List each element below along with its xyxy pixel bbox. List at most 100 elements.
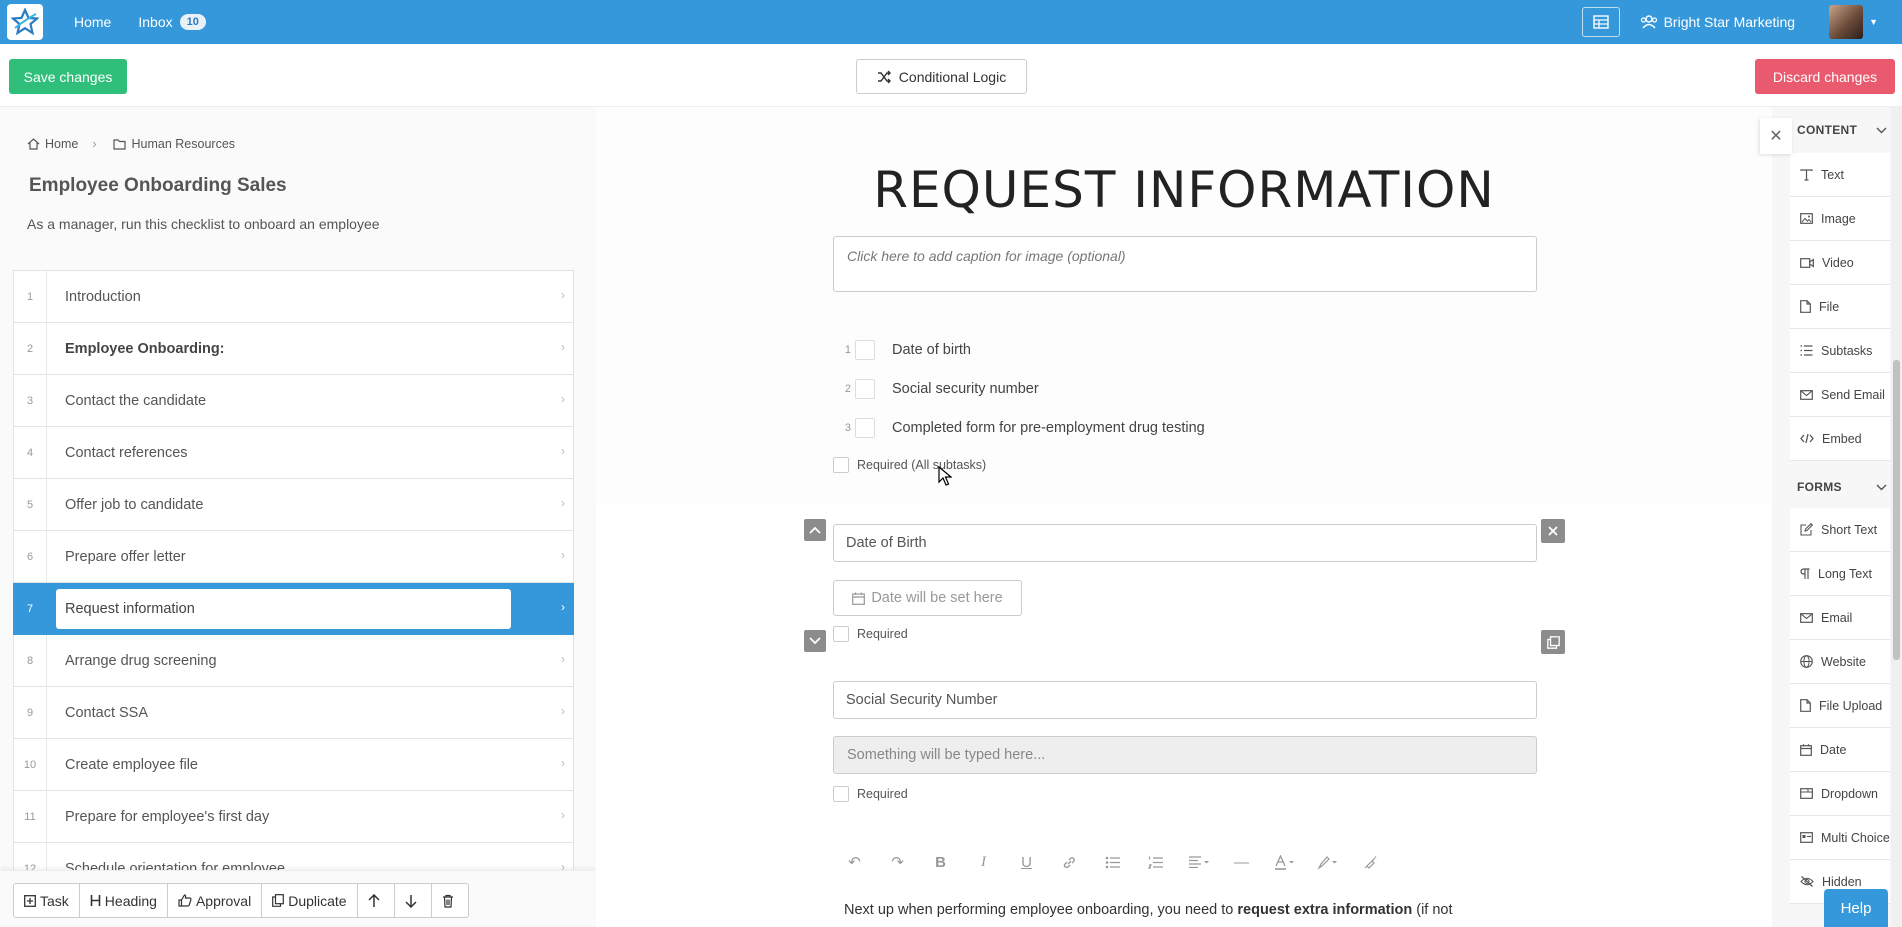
horizontal-rule-icon[interactable]: — [1220, 854, 1263, 871]
move-up-button[interactable] [358, 884, 395, 917]
subtask-checkbox[interactable] [855, 340, 875, 360]
nav-inbox[interactable]: Inbox 10 [138, 14, 206, 30]
delete-task-button[interactable] [432, 884, 468, 917]
move-down-widget-button[interactable] [804, 630, 826, 652]
user-avatar[interactable] [1829, 5, 1864, 39]
add-heading-button[interactable]: Heading [80, 884, 168, 917]
widget-image[interactable]: Image [1790, 197, 1890, 241]
image-caption-input[interactable]: Click here to add caption for image (opt… [833, 236, 1537, 292]
widget-file[interactable]: File [1790, 285, 1890, 329]
discard-changes-button[interactable]: Discard changes [1755, 59, 1895, 94]
ssn-field-label-input[interactable]: Social Security Number [833, 681, 1537, 719]
organization-switcher[interactable]: Bright Star Marketing [1640, 14, 1795, 30]
task-name-input[interactable]: Request information [56, 588, 511, 629]
conditional-logic-button[interactable]: Conditional Logic [856, 59, 1027, 94]
task-row[interactable]: 5 Offer job to candidate › [13, 479, 574, 531]
widget-subtasks[interactable]: Subtasks [1790, 329, 1890, 373]
text-icon [1800, 168, 1813, 181]
highlight-icon[interactable] [1306, 855, 1349, 870]
task-row[interactable]: 11 Prepare for employee's first day › [13, 791, 574, 843]
bullet-list-icon[interactable] [1091, 856, 1134, 869]
underline-icon[interactable]: U [1005, 854, 1048, 871]
duplicate-button[interactable]: Duplicate [262, 884, 358, 917]
subtask-label[interactable]: Completed form for pre-employment drug t… [892, 420, 1205, 436]
widget-video[interactable]: Video [1790, 241, 1890, 285]
widget-long-text[interactable]: Long Text [1790, 552, 1890, 596]
task-row[interactable]: 8 Arrange drug screening › [13, 635, 574, 687]
required-checkbox[interactable] [833, 457, 849, 473]
duplicate-widget-button[interactable] [1541, 630, 1565, 654]
breadcrumb-home[interactable]: Home [45, 137, 78, 151]
required-checkbox[interactable] [833, 626, 849, 642]
date-field-label-input[interactable]: Date of Birth [833, 524, 1537, 562]
nav-home[interactable]: Home [74, 14, 111, 30]
task-row[interactable]: 3 Contact the candidate › [13, 375, 574, 427]
required-toggle[interactable]: Required [833, 786, 908, 802]
text-color-icon[interactable] [1263, 854, 1306, 870]
rich-text-segment: Next up when performing employee onboard… [844, 902, 1238, 918]
required-toggle[interactable]: Required [833, 626, 908, 642]
date-picker-button[interactable]: Date will be set here [833, 580, 1022, 616]
link-icon[interactable] [1048, 855, 1091, 870]
mouse-cursor-icon [938, 466, 952, 486]
add-approval-button[interactable]: Approval [168, 884, 263, 917]
task-row[interactable]: 4 Contact references › [13, 427, 574, 479]
scrollbar-thumb[interactable] [1893, 360, 1900, 660]
required-checkbox[interactable] [833, 786, 849, 802]
move-up-widget-button[interactable] [804, 519, 826, 541]
required-all-subtasks[interactable]: Required (All subtasks) [833, 457, 986, 473]
rich-text-body[interactable]: Next up when performing employee onboard… [844, 899, 1544, 921]
app-logo[interactable] [7, 4, 43, 40]
task-row-active[interactable]: 7 Request information › [13, 583, 574, 635]
task-row[interactable]: 9 Contact SSA › [13, 687, 574, 739]
clear-format-icon[interactable] [1349, 855, 1392, 870]
widget-send-email[interactable]: Send Email [1790, 373, 1890, 417]
task-row[interactable]: 6 Prepare offer letter › [13, 531, 574, 583]
widget-website[interactable]: Website [1790, 640, 1890, 684]
checklist-title[interactable]: Employee Onboarding Sales [29, 175, 287, 197]
save-changes-button[interactable]: Save changes [9, 59, 127, 94]
close-sidebar-button[interactable]: ✕ [1760, 118, 1792, 154]
undo-icon[interactable]: ↶ [833, 853, 876, 871]
delete-widget-button[interactable] [1541, 519, 1565, 543]
subtask-label[interactable]: Social security number [892, 381, 1039, 397]
widget-multi-choice[interactable]: Multi Choice [1790, 816, 1890, 860]
bold-icon[interactable]: B [919, 854, 962, 871]
table-view-button[interactable] [1581, 7, 1620, 37]
subtask-checkbox[interactable] [855, 418, 875, 438]
widget-embed[interactable]: Embed [1790, 417, 1890, 461]
add-task-button[interactable]: Task [14, 884, 80, 917]
italic-icon[interactable]: I [962, 854, 1005, 871]
task-row[interactable]: 1 Introduction › [13, 271, 574, 323]
add-approval-label: Approval [195, 892, 252, 909]
move-down-button[interactable] [395, 884, 432, 917]
align-icon[interactable] [1177, 856, 1220, 868]
chevron-down-icon[interactable]: ▼ [1869, 17, 1878, 27]
widget-email[interactable]: Email [1790, 596, 1890, 640]
dropdown-icon [1800, 788, 1813, 799]
task-row[interactable]: 10 Create employee file › [13, 739, 574, 791]
heading-row[interactable]: 2 Employee Onboarding: › [13, 323, 574, 375]
task-number: 10 [14, 739, 47, 790]
checklist-description[interactable]: As a manager, run this checklist to onbo… [27, 216, 380, 232]
subtask-label[interactable]: Date of birth [892, 342, 971, 358]
widget-dropdown[interactable]: Dropdown [1790, 772, 1890, 816]
redo-icon[interactable]: ↷ [876, 853, 919, 871]
forms-section-header[interactable]: FORMS [1797, 480, 1887, 494]
image-widget[interactable]: REQUEST INFORMATION [596, 161, 1772, 219]
close-icon [1548, 526, 1558, 536]
breadcrumb-folder[interactable]: Human Resources [132, 137, 236, 151]
widget-date[interactable]: Date [1790, 728, 1890, 772]
widget-short-text[interactable]: Short Text [1790, 508, 1890, 552]
widget-file-upload[interactable]: File Upload [1790, 684, 1890, 728]
task-row[interactable]: 12 Schedule orientation for employee › [13, 843, 574, 870]
content-section-header[interactable]: CONTENT [1797, 123, 1887, 137]
subtask-checkbox[interactable] [855, 379, 875, 399]
numbered-list-icon[interactable] [1134, 856, 1177, 869]
ssn-text-input[interactable]: Something will be typed here... [833, 736, 1537, 774]
widget-text[interactable]: Text [1790, 153, 1890, 197]
task-name: Offer job to candidate [65, 496, 204, 513]
envelope-icon [1800, 389, 1813, 400]
task-toolbar: Task Heading Approval Duplicate [0, 871, 596, 927]
help-button[interactable]: Help [1824, 889, 1888, 927]
